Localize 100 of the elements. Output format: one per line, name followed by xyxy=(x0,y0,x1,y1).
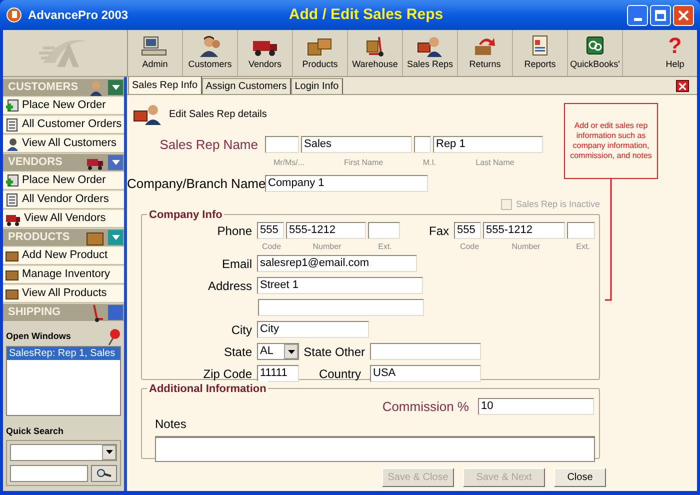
nav-item[interactable]: All Vendor Orders xyxy=(3,191,124,209)
tab[interactable]: Login Info xyxy=(290,78,343,94)
field-caption: M.I. xyxy=(422,156,438,168)
person-icon xyxy=(5,136,19,150)
field-caption: Mr/Ms/... xyxy=(272,156,306,168)
app-icon xyxy=(6,7,22,23)
nav-item[interactable]: View All Vendors xyxy=(3,210,124,228)
field-caption: Code xyxy=(458,240,480,252)
field-label: City xyxy=(230,322,253,338)
document-icon xyxy=(5,192,19,206)
computer-icon xyxy=(141,34,169,56)
input-field[interactable] xyxy=(265,136,299,154)
input-field[interactable]: Sales xyxy=(301,136,412,154)
field-label: Email xyxy=(220,256,253,272)
nav-item[interactable]: All Customer Orders xyxy=(3,116,124,134)
input-field[interactable]: City xyxy=(257,321,369,338)
field-label: Company/Branch Name xyxy=(127,174,265,193)
state-dropdown[interactable]: AL xyxy=(257,343,299,360)
document-icon xyxy=(5,118,19,132)
window-title: Add / Edit Sales Reps xyxy=(288,4,444,25)
order-plus-icon xyxy=(5,174,19,188)
expand-arrow-icon xyxy=(112,85,120,90)
tab[interactable]: Sales Rep Info xyxy=(128,76,202,94)
close-icon xyxy=(679,82,686,90)
toolbar-button[interactable]: QuickBooks' xyxy=(568,30,623,76)
panel-title: Quick Search xyxy=(5,425,65,438)
callout-text: Add or edit sales rep information such as company information, commission, and notes xyxy=(569,121,653,161)
search-button[interactable] xyxy=(91,464,117,482)
field-caption: First Name xyxy=(342,156,384,168)
section-toggle[interactable] xyxy=(108,155,123,170)
toolbar-button[interactable]: Warehouse xyxy=(348,30,403,76)
toolbar-button[interactable]: Customers xyxy=(183,30,238,76)
expand-arrow-icon xyxy=(112,235,120,240)
input-field[interactable]: Rep 1 xyxy=(433,136,543,154)
tab[interactable]: Assign Customers xyxy=(202,78,291,94)
field-label: State xyxy=(222,344,253,360)
input-field[interactable]: 555-1212 xyxy=(483,222,565,239)
search-field[interactable] xyxy=(10,464,88,482)
field-caption: Number xyxy=(510,240,542,252)
field-caption: Ext. xyxy=(575,240,591,252)
close-icon xyxy=(678,10,689,20)
dropdown-arrow-icon xyxy=(288,350,294,354)
list-item[interactable]: SalesRep: Rep 1, Sales xyxy=(7,347,120,360)
input-field[interactable]: USA xyxy=(370,365,481,382)
app-name: AdvancePro 2003 xyxy=(28,7,130,24)
maximize-button[interactable] xyxy=(650,4,671,26)
expand-arrow-icon xyxy=(112,160,120,165)
action-button[interactable]: Close xyxy=(554,468,606,486)
input-field[interactable]: 555-1212 xyxy=(286,222,366,239)
section-toggle[interactable] xyxy=(108,230,123,245)
close-button[interactable] xyxy=(673,4,694,26)
toolbar-button[interactable]: Reports xyxy=(513,30,568,76)
input-field[interactable]: salesrep1@email.com xyxy=(257,255,417,272)
order-plus-icon xyxy=(5,98,19,112)
field-label: Country xyxy=(318,366,362,382)
box-icon xyxy=(5,268,19,282)
input-field[interactable]: Street 1 xyxy=(257,277,423,294)
input-field[interactable] xyxy=(567,222,595,239)
sales-rep-icon xyxy=(133,103,163,125)
field-label: Sales Rep Name xyxy=(158,136,259,154)
section-toggle[interactable] xyxy=(108,305,123,320)
input-field[interactable] xyxy=(414,136,431,154)
nav-item[interactable]: Add New Product xyxy=(3,247,124,265)
toolbar-button[interactable]: ? Help xyxy=(653,30,697,76)
field-label: Notes xyxy=(155,417,186,431)
input-field[interactable]: 555 xyxy=(257,222,284,239)
box-icon xyxy=(86,230,104,246)
input-field[interactable] xyxy=(258,298,424,316)
nav-item[interactable]: Place New Order xyxy=(3,97,124,115)
nav-item[interactable]: View All Products xyxy=(3,285,124,303)
toolbar-button[interactable]: Sales Reps xyxy=(403,30,458,76)
input-field[interactable] xyxy=(370,343,481,360)
field-label: State Other xyxy=(302,344,366,360)
close-tab-button[interactable] xyxy=(676,80,689,92)
field-label: Commission % xyxy=(382,398,470,416)
input-field[interactable]: 555 xyxy=(454,222,481,239)
toolbar-button[interactable]: Vendors xyxy=(238,30,293,76)
box-icon xyxy=(5,286,19,300)
input-field[interactable]: 10 xyxy=(478,398,594,415)
minimize-button[interactable] xyxy=(627,4,648,26)
person-with-case-icon xyxy=(416,34,444,56)
section-heading: Edit Sales Rep details xyxy=(169,108,267,122)
nav-item[interactable]: View All Customers xyxy=(3,135,124,153)
nav-item[interactable]: Place New Order xyxy=(3,172,124,190)
toolbar-button[interactable]: Products xyxy=(293,30,348,76)
field-label: Fax xyxy=(428,222,450,240)
toolbar-button[interactable]: Returns xyxy=(458,30,513,76)
panel-title: Open Windows xyxy=(6,330,71,344)
field-label: Zip Code xyxy=(202,366,253,382)
input-field[interactable] xyxy=(368,222,400,239)
input-field[interactable]: 11111 xyxy=(257,365,299,382)
section-toggle[interactable] xyxy=(108,80,123,95)
maximize-icon xyxy=(655,10,666,20)
input-field[interactable]: Company 1 xyxy=(265,174,428,192)
box-icon xyxy=(5,248,19,262)
nav-item[interactable]: Manage Inventory xyxy=(3,266,124,284)
notes-field[interactable] xyxy=(155,436,595,462)
pushpin-icon xyxy=(107,328,121,346)
checkbox-label: Sales Rep is Inactive xyxy=(516,198,600,211)
minimize-icon xyxy=(634,18,642,20)
